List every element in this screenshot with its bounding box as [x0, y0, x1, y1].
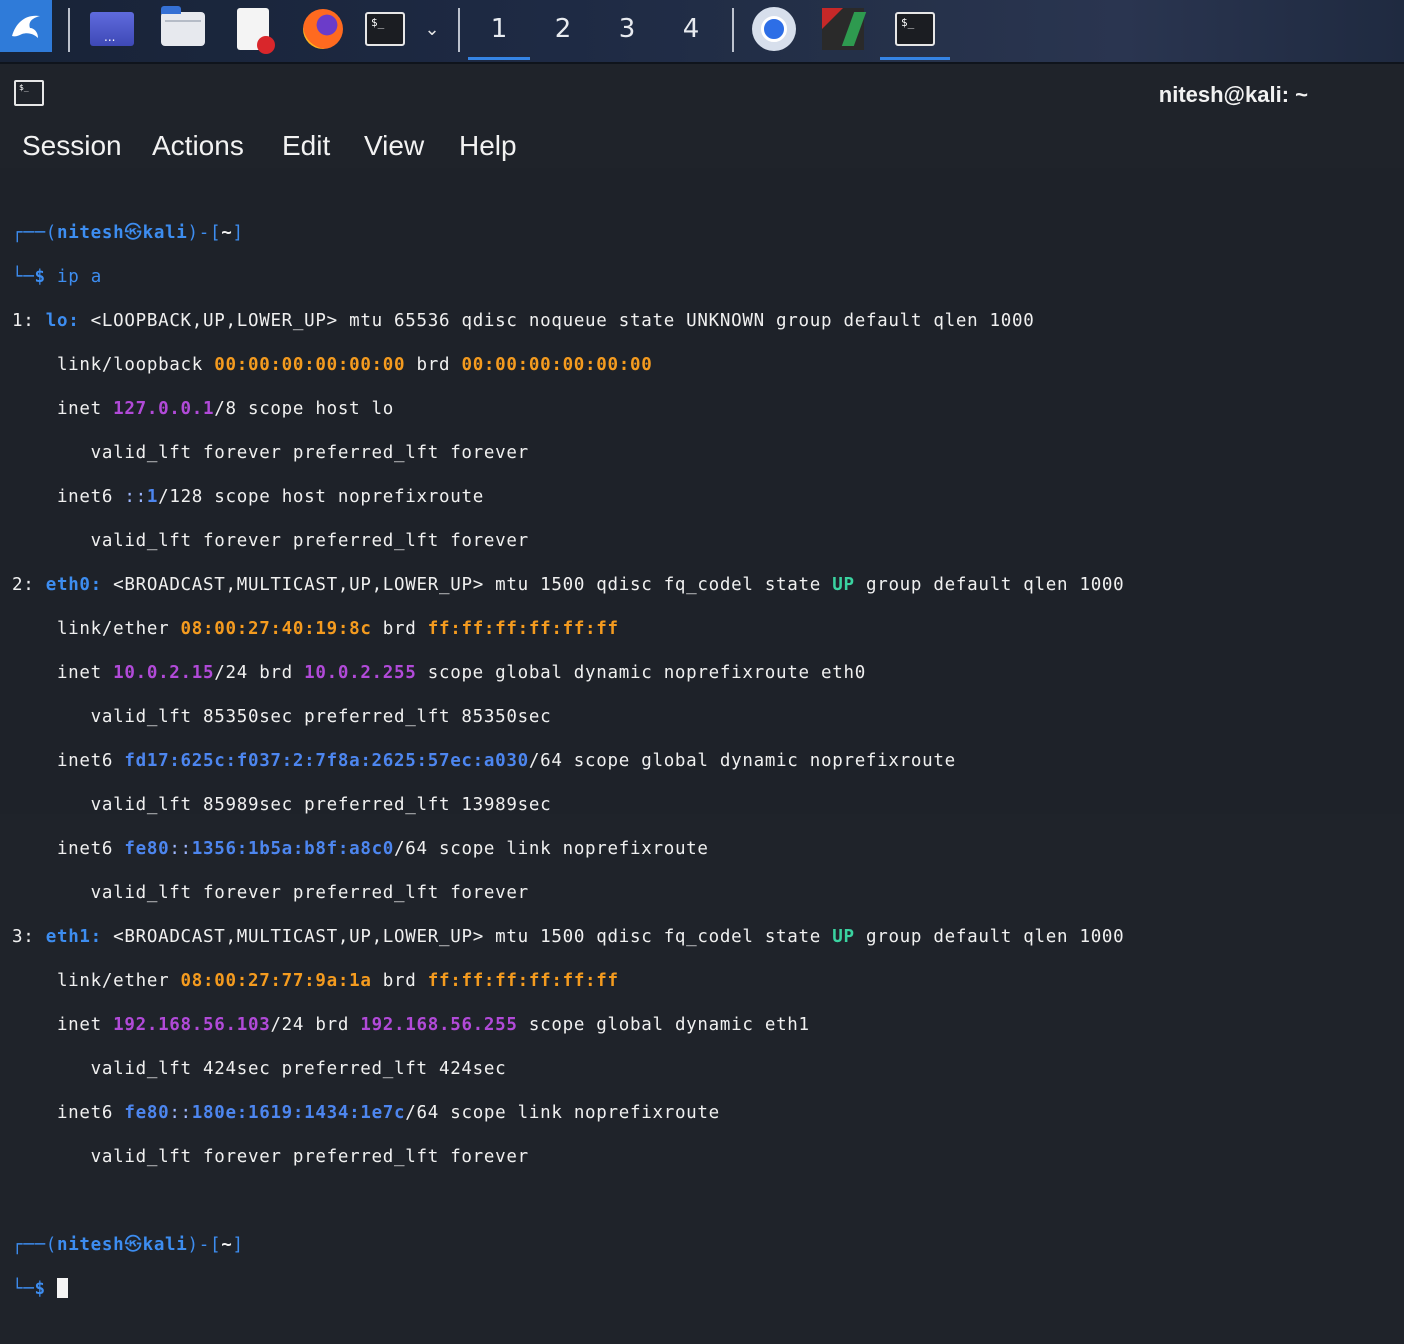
workspace-4-button[interactable]: 4	[660, 0, 722, 58]
terminal-launcher-icon[interactable]: $_	[362, 0, 408, 58]
output-line: valid_lft 85350sec preferred_lft 85350se…	[12, 707, 552, 727]
active-prompt-line[interactable]: └─$	[12, 1278, 1124, 1300]
kali-menu-icon[interactable]	[0, 0, 52, 52]
workspace-preview: ...	[90, 12, 134, 46]
window-titlebar: $_ nitesh@kali: ~	[0, 64, 1404, 124]
terminal-window-icon[interactable]: $_	[14, 80, 44, 106]
output-line: valid_lft 85989sec preferred_lft 13989se…	[12, 795, 552, 815]
top-panel: ... $_ ⌄ 1 2 3 4 $_	[0, 0, 1404, 64]
file-manager-icon[interactable]	[158, 0, 208, 58]
output-line: link/ether 08:00:27:77:9a:1a brd ff:ff:f…	[12, 971, 619, 991]
kali-dragon-icon	[12, 15, 40, 38]
command-line: └─$ ip a	[12, 267, 102, 287]
output-line: valid_lft forever preferred_lft forever	[12, 883, 529, 903]
terminal-cursor	[56, 1278, 68, 1298]
window-title: nitesh@kali: ~	[1158, 82, 1308, 107]
output-line: inet6 fe80::180e:1619:1434:1e7c/64 scope…	[12, 1103, 720, 1123]
terminal-area[interactable]: ┌──(nitesh㉿kali)-[~] └─$ ip a 1: lo: <LO…	[0, 168, 1404, 1299]
panel-separator	[458, 8, 460, 52]
chevron-down-icon[interactable]: ⌄	[420, 0, 444, 58]
output-line: inet 192.168.56.103/24 brd 192.168.56.25…	[12, 1015, 810, 1035]
terminal-output: ┌──(nitesh㉿kali)-[~] └─$ ip a 1: lo: <LO…	[12, 200, 1124, 1344]
menu-help[interactable]: Help	[459, 130, 517, 162]
folder-icon	[161, 6, 205, 46]
workspace-dots: ...	[104, 30, 116, 44]
menu-session[interactable]: Session	[22, 130, 122, 162]
prompt-line-top: ┌──(nitesh㉿kali)-[~]	[12, 1235, 244, 1255]
terminal-icon: $_	[895, 12, 935, 46]
xampp-logo	[822, 8, 864, 50]
pen-badge-icon	[257, 36, 275, 54]
prompt-line-top: ┌──(nitesh㉿kali)-[~]	[12, 223, 244, 243]
output-line: valid_lft forever preferred_lft forever	[12, 531, 529, 551]
output-line: 2: eth0: <BROADCAST,MULTICAST,UP,LOWER_U…	[12, 575, 1125, 595]
terminal-running-icon[interactable]: $_	[880, 0, 950, 60]
firefox-icon[interactable]	[300, 0, 346, 58]
output-line: inet 10.0.2.15/24 brd 10.0.2.255 scope g…	[12, 663, 866, 683]
workspace-2-button[interactable]: 2	[532, 0, 594, 58]
menu-view[interactable]: View	[364, 130, 424, 162]
menu-actions[interactable]: Actions	[152, 130, 244, 162]
output-line: valid_lft 424sec preferred_lft 424sec	[12, 1059, 507, 1079]
output-line: link/loopback 00:00:00:00:00:00 brd 00:0…	[12, 355, 653, 375]
xampp-icon[interactable]	[820, 0, 866, 58]
firefox-logo	[303, 9, 343, 49]
menubar: Session Actions Edit View Help	[0, 124, 1404, 169]
output-line: inet6 fe80::1356:1b5a:b8f:a8c0/64 scope …	[12, 839, 709, 859]
workspace-3-button[interactable]: 3	[596, 0, 658, 58]
workspace-switcher-icon[interactable]: ...	[88, 0, 136, 58]
chromium-logo	[752, 7, 796, 51]
panel-separator	[732, 8, 734, 52]
document-icon	[237, 8, 275, 54]
terminal-icon: $_	[365, 12, 405, 46]
output-line: 1: lo: <LOOPBACK,UP,LOWER_UP> mtu 65536 …	[12, 311, 1035, 331]
chromium-icon[interactable]	[748, 0, 800, 58]
output-line: link/ether 08:00:27:40:19:8c brd ff:ff:f…	[12, 619, 619, 639]
output-line: inet6 ::1/128 scope host noprefixroute	[12, 487, 484, 507]
output-line: 3: eth1: <BROADCAST,MULTICAST,UP,LOWER_U…	[12, 927, 1125, 947]
text-editor-icon[interactable]	[230, 0, 276, 58]
output-line: valid_lft forever preferred_lft forever	[12, 443, 529, 463]
output-line: valid_lft forever preferred_lft forever	[12, 1147, 529, 1167]
menu-edit[interactable]: Edit	[282, 130, 330, 162]
output-line: inet 127.0.0.1/8 scope host lo	[12, 399, 395, 419]
workspace-1-button[interactable]: 1	[468, 0, 530, 60]
panel-separator	[68, 8, 70, 52]
output-line: inet6 fd17:625c:f037:2:7f8a:2625:57ec:a0…	[12, 751, 956, 771]
